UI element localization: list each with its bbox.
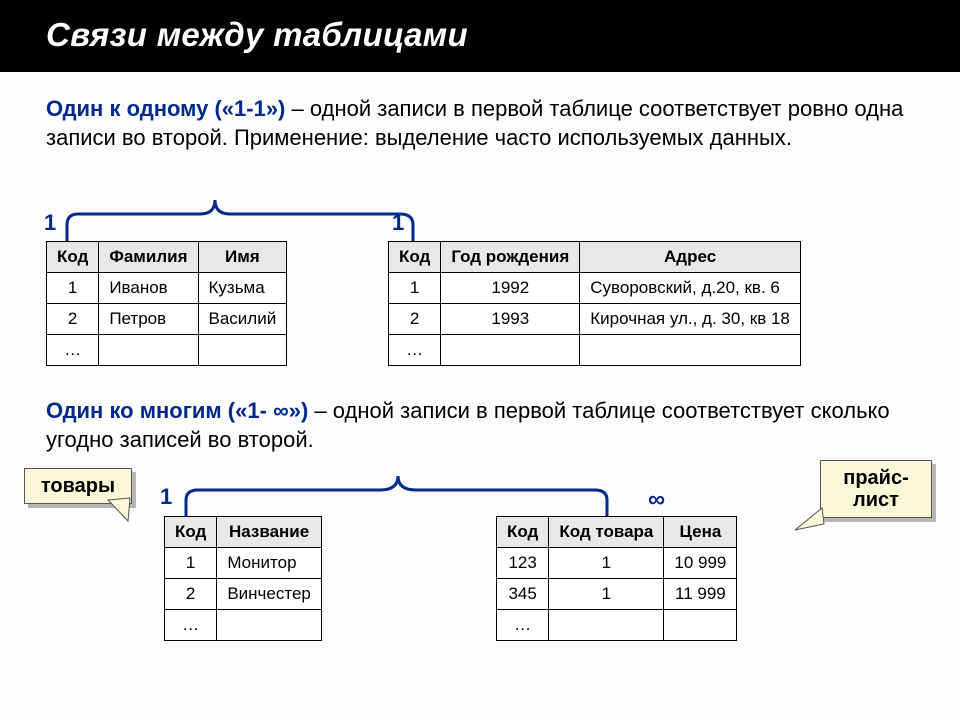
cell: Кузьма bbox=[198, 273, 287, 304]
rel1-left-label: 1 bbox=[44, 210, 56, 236]
cell: … bbox=[389, 335, 441, 366]
cell: 1 bbox=[549, 548, 664, 579]
tableB-h1: Год рождения bbox=[441, 242, 580, 273]
cell: 2 bbox=[389, 304, 441, 335]
cell: 345 bbox=[497, 579, 549, 610]
cell: 10 999 bbox=[664, 548, 737, 579]
cell: Винчестер bbox=[217, 579, 322, 610]
title-bar: Связи между таблицами bbox=[0, 0, 960, 72]
callout-goods-text: товары bbox=[41, 475, 115, 497]
tableA-h0: Код bbox=[47, 242, 99, 273]
rel1-right-label: 1 bbox=[392, 210, 404, 236]
cell: 1 bbox=[549, 579, 664, 610]
callout-price-l2: лист bbox=[853, 489, 899, 511]
cell: Суворовский, д.20, кв. 6 bbox=[580, 273, 801, 304]
tableC-h1: Название bbox=[217, 517, 322, 548]
callout-price-l1: прайс- bbox=[843, 467, 909, 489]
tableA-h1: Фамилия bbox=[99, 242, 198, 273]
rel2-left-label: 1 bbox=[160, 484, 172, 510]
cell: 1 bbox=[389, 273, 441, 304]
callout-goods: товары bbox=[24, 468, 132, 504]
table-c: Код Название 1 Монитор 2 Винчестер … bbox=[164, 516, 322, 641]
section1-bold: Один к одному («1-1») bbox=[46, 96, 285, 121]
cell: Монитор bbox=[217, 548, 322, 579]
cell: Кирочная ул., д. 30, кв 18 bbox=[580, 304, 801, 335]
cell: 11 999 bbox=[664, 579, 737, 610]
table-a: Код Фамилия Имя 1 Иванов Кузьма 2 Петров… bbox=[46, 241, 287, 366]
table-b: Код Год рождения Адрес 1 1992 Суворовски… bbox=[388, 241, 801, 366]
cell bbox=[198, 335, 287, 366]
table-d: Код Код товара Цена 123 1 10 999 345 1 1… bbox=[496, 516, 737, 641]
cell: 123 bbox=[497, 548, 549, 579]
rel2-right-label: ∞ bbox=[648, 486, 665, 514]
cell: Василий bbox=[198, 304, 287, 335]
cell: … bbox=[47, 335, 99, 366]
cell bbox=[549, 610, 664, 641]
cell bbox=[99, 335, 198, 366]
section1-text: Один к одному («1-1») – одной записи в п… bbox=[46, 94, 914, 152]
cell: Петров bbox=[99, 304, 198, 335]
cell: 2 bbox=[47, 304, 99, 335]
cell: Иванов bbox=[99, 273, 198, 304]
tableA-h2: Имя bbox=[198, 242, 287, 273]
cell: 1 bbox=[165, 548, 217, 579]
section2-bold: Один ко многим («1- ∞») bbox=[46, 398, 308, 423]
cell: 1993 bbox=[441, 304, 580, 335]
tableB-h2: Адрес bbox=[580, 242, 801, 273]
cell bbox=[217, 610, 322, 641]
cell: 1992 bbox=[441, 273, 580, 304]
tableD-h0: Код bbox=[497, 517, 549, 548]
tableD-h1: Код товара bbox=[549, 517, 664, 548]
cell bbox=[441, 335, 580, 366]
cell bbox=[664, 610, 737, 641]
tableB-h0: Код bbox=[389, 242, 441, 273]
cell bbox=[580, 335, 801, 366]
cell: 2 bbox=[165, 579, 217, 610]
tableC-h0: Код bbox=[165, 517, 217, 548]
cell: … bbox=[497, 610, 549, 641]
cell: … bbox=[165, 610, 217, 641]
page-title: Связи между таблицами bbox=[46, 16, 914, 54]
callout-price: прайс- лист bbox=[820, 460, 932, 518]
section2-text: Один ко многим («1- ∞») – одной записи в… bbox=[46, 396, 914, 454]
cell: 1 bbox=[47, 273, 99, 304]
tableD-h2: Цена bbox=[664, 517, 737, 548]
